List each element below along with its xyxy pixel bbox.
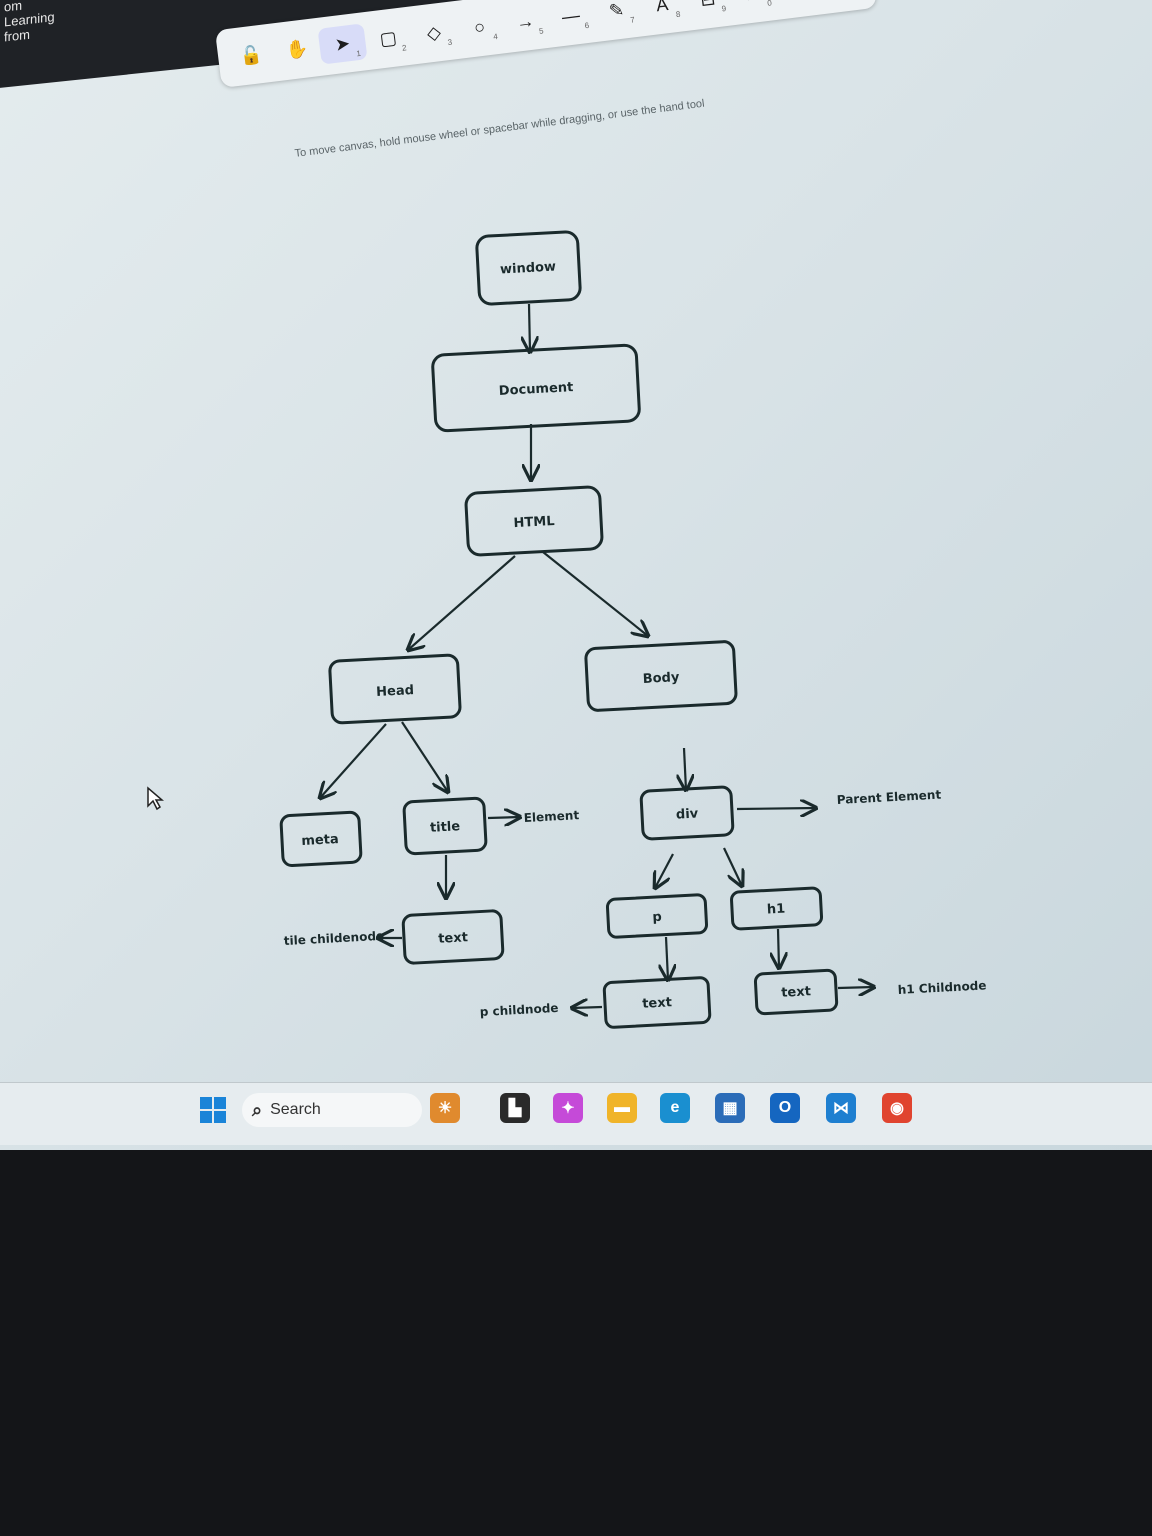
edge-div-h1[interactable] (723, 847, 742, 886)
windows-logo-icon (200, 1097, 212, 1109)
windows-logo-icon (214, 1111, 226, 1123)
node-html-label: HTML (513, 514, 555, 531)
task-view-icon[interactable]: ▙ (500, 1093, 530, 1123)
node-window-label: window (500, 260, 557, 278)
label-p-childnode[interactable]: p childnode (479, 1001, 558, 1019)
node-div[interactable]: div (639, 785, 735, 841)
node-title-label: title (430, 819, 461, 836)
file-explorer-icon[interactable]: ▬ (607, 1093, 637, 1123)
label-title-childnode[interactable]: tile childenode (283, 929, 384, 948)
edge-title-element[interactable] (487, 817, 520, 818)
edge-p-text[interactable] (666, 936, 668, 980)
edge-h1-text[interactable] (778, 928, 779, 968)
taskbar-search-box[interactable]: ⌕ Search (242, 1093, 422, 1127)
store-icon[interactable]: ▦ (715, 1093, 745, 1123)
chrome-icon[interactable]: ◉ (882, 1093, 912, 1123)
node-p[interactable]: p (605, 893, 709, 939)
node-html[interactable]: HTML (464, 485, 604, 557)
node-div-label: div (676, 806, 700, 822)
vscode-icon[interactable]: ⋈ (826, 1093, 856, 1123)
taskbar: ⌕ Search ☀ ▙ ✦ ▬ e ▦ O ⋈ ◉ (0, 1082, 1152, 1145)
node-body-label: Body (642, 670, 680, 687)
label-element[interactable]: Element (523, 808, 579, 825)
edge-html-body[interactable] (542, 551, 648, 636)
dom-tree-diagram[interactable]: window Document HTML Head Body meta titl… (0, 0, 1152, 1150)
edge-icon[interactable]: e (660, 1093, 690, 1123)
edge-head-meta[interactable] (320, 723, 387, 798)
edge-body-div[interactable] (684, 747, 686, 790)
node-p-text-label: text (642, 995, 672, 1012)
edge-div-parent-element[interactable] (736, 808, 816, 809)
node-body[interactable]: Body (584, 640, 738, 712)
edge-text-p-childnode[interactable] (572, 1007, 603, 1008)
windows-logo-icon (200, 1111, 212, 1123)
node-document-label: Document (498, 380, 573, 399)
node-title[interactable]: title (402, 796, 488, 856)
node-document[interactable]: Document (431, 343, 641, 433)
edge-text-h1-childnode[interactable] (837, 987, 874, 988)
node-p-label: p (652, 910, 662, 925)
node-h1-text-label: text (781, 984, 811, 1001)
edge-div-p[interactable] (655, 853, 674, 888)
taskbar-search-label: Search (270, 1101, 321, 1118)
node-p-text[interactable]: text (602, 976, 712, 1029)
node-h1-text[interactable]: text (753, 968, 839, 1016)
node-window[interactable]: window (475, 230, 582, 306)
edge-head-title[interactable] (401, 721, 448, 792)
node-head[interactable]: Head (328, 653, 462, 725)
start-button[interactable] (200, 1097, 226, 1123)
node-title-text[interactable]: text (401, 909, 505, 965)
node-meta-label: meta (301, 832, 339, 849)
edge-window-document[interactable] (529, 303, 530, 352)
widgets-icon[interactable]: ☀ (430, 1093, 460, 1123)
windows-logo-icon (214, 1097, 226, 1109)
node-title-text-label: text (438, 930, 468, 947)
mouse-cursor-icon (147, 786, 164, 811)
label-h1-childnode[interactable]: h1 Childnode (897, 978, 986, 997)
node-meta[interactable]: meta (279, 810, 363, 867)
search-icon: ⌕ (252, 1099, 263, 1120)
copilot-icon[interactable]: ✦ (553, 1093, 583, 1123)
edge-html-head[interactable] (408, 555, 516, 650)
node-h1-label: h1 (767, 902, 786, 918)
outlook-icon[interactable]: O (770, 1093, 800, 1123)
node-h1[interactable]: h1 (730, 886, 824, 931)
screen: om Learning from 🔓✋➤1▢2◇3○4→5—6✎7A8⊟9⌫0⛬… (0, 0, 1152, 1150)
node-head-label: Head (376, 683, 415, 700)
label-parent-element[interactable]: Parent Element (836, 788, 941, 807)
monitor-bezel (0, 1150, 1152, 1536)
